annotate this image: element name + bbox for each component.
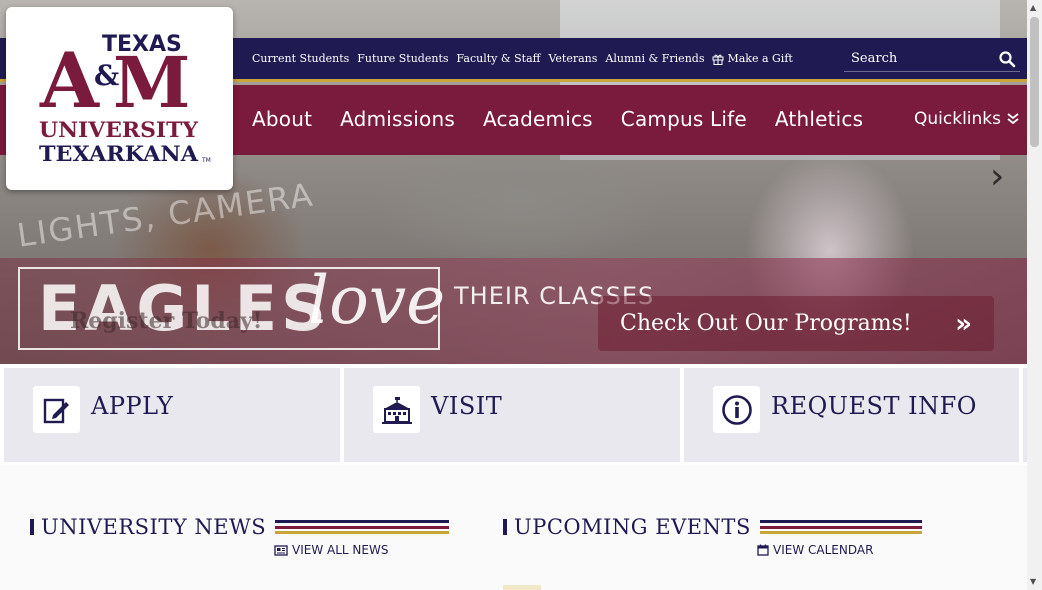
request-info-label: REQUEST INFO	[771, 392, 977, 420]
logo-texarkana: TEXARKANA	[39, 141, 199, 166]
gift-icon	[712, 54, 724, 65]
search-icon[interactable]	[998, 50, 1016, 68]
main-nav-athletics[interactable]: Athletics	[775, 107, 863, 131]
news-heading-bar	[30, 519, 34, 535]
page-scrollbar[interactable]: ▲ ▼	[1027, 0, 1042, 590]
news-heading: UNIVERSITY NEWS	[30, 515, 450, 539]
main-nav-academics[interactable]: Academics	[483, 107, 593, 131]
apply-label: APPLY	[91, 392, 174, 420]
banner-register-text: Register Today!	[70, 308, 263, 334]
view-calendar-label: VIEW CALENDAR	[773, 543, 874, 557]
main-nav-campus-life[interactable]: Campus Life	[621, 107, 747, 131]
apply-cta[interactable]: APPLY	[4, 368, 340, 462]
search-box	[844, 46, 1020, 72]
util-link-current-students[interactable]: Current Students	[252, 52, 349, 65]
logo-ampersand: &	[94, 59, 119, 92]
slider-next-arrow-icon[interactable]: ›	[990, 156, 1004, 197]
request-info-icon-box	[713, 386, 760, 433]
university-logo[interactable]: A M & TEXAS UNIVERSITY TEXARKANA TM	[6, 7, 233, 190]
util-link-alumni-friends[interactable]: Alumni & Friends	[605, 52, 704, 65]
scroll-up-arrow-icon[interactable]: ▲	[1030, 3, 1036, 12]
scroll-down-arrow-icon[interactable]: ▼	[1030, 577, 1036, 586]
school-building-icon	[381, 396, 412, 424]
utility-nav: Current Students Future Students Faculty…	[252, 52, 793, 65]
view-all-news-label: VIEW ALL NEWS	[292, 543, 389, 557]
events-title: UPCOMING EVENTS	[514, 515, 751, 539]
edit-document-icon	[43, 398, 69, 423]
view-all-news-link[interactable]: VIEW ALL NEWS	[274, 543, 388, 557]
main-nav-admissions[interactable]: Admissions	[340, 107, 455, 131]
news-title: UNIVERSITY NEWS	[41, 515, 267, 539]
double-chevron-down-icon	[1007, 113, 1019, 125]
util-link-make-a-gift[interactable]: Make a Gift	[712, 52, 793, 65]
event-date-tile	[503, 585, 541, 590]
news-heading-stripes	[275, 520, 450, 534]
newspaper-icon	[274, 544, 288, 556]
request-info-cta[interactable]: REQUEST INFO	[684, 368, 1019, 462]
calendar-icon	[757, 544, 769, 556]
cta-row: APPLY VISIT REQUEST INFO	[0, 364, 1027, 465]
util-link-faculty-staff[interactable]: Faculty & Staff	[457, 52, 541, 65]
visit-label: VISIT	[431, 392, 503, 420]
main-nav-about[interactable]: About	[252, 107, 312, 131]
events-heading-stripes	[759, 520, 922, 534]
double-chevron-right-icon: »	[955, 308, 972, 339]
logo-a: A	[39, 36, 100, 125]
banner-love-text: love	[308, 262, 446, 339]
logo-texas: TEXAS	[102, 32, 182, 57]
scrollbar-thumb[interactable]	[1030, 17, 1039, 147]
logo-graphic: A M & TEXAS UNIVERSITY TEXARKANA TM	[39, 32, 211, 166]
util-link-future-students[interactable]: Future Students	[357, 52, 448, 65]
visit-icon-box	[373, 386, 420, 433]
quicklinks-label: Quicklinks	[914, 109, 1001, 129]
info-circle-icon	[721, 394, 752, 425]
util-link-veterans[interactable]: Veterans	[548, 52, 597, 65]
events-heading-bar	[503, 519, 507, 535]
view-calendar-link[interactable]: VIEW CALENDAR	[757, 543, 873, 557]
events-heading: UPCOMING EVENTS	[503, 515, 922, 539]
make-a-gift-label: Make a Gift	[727, 52, 793, 65]
check-out-programs-button[interactable]: Check Out Our Programs! »	[598, 296, 994, 351]
logo-university: UNIVERSITY	[39, 118, 199, 143]
quicklinks-toggle[interactable]: Quicklinks	[914, 109, 1019, 129]
visit-cta[interactable]: VISIT	[344, 368, 680, 462]
apply-icon-box	[33, 386, 80, 433]
news-events-section: UNIVERSITY NEWS VIEW ALL NEWS UPCOMING E…	[0, 465, 1027, 590]
main-nav: About Admissions Academics Campus Life A…	[252, 107, 863, 131]
search-input[interactable]	[844, 51, 994, 66]
logo-trademark: TM	[201, 157, 211, 164]
programs-button-label: Check Out Our Programs!	[620, 311, 912, 336]
